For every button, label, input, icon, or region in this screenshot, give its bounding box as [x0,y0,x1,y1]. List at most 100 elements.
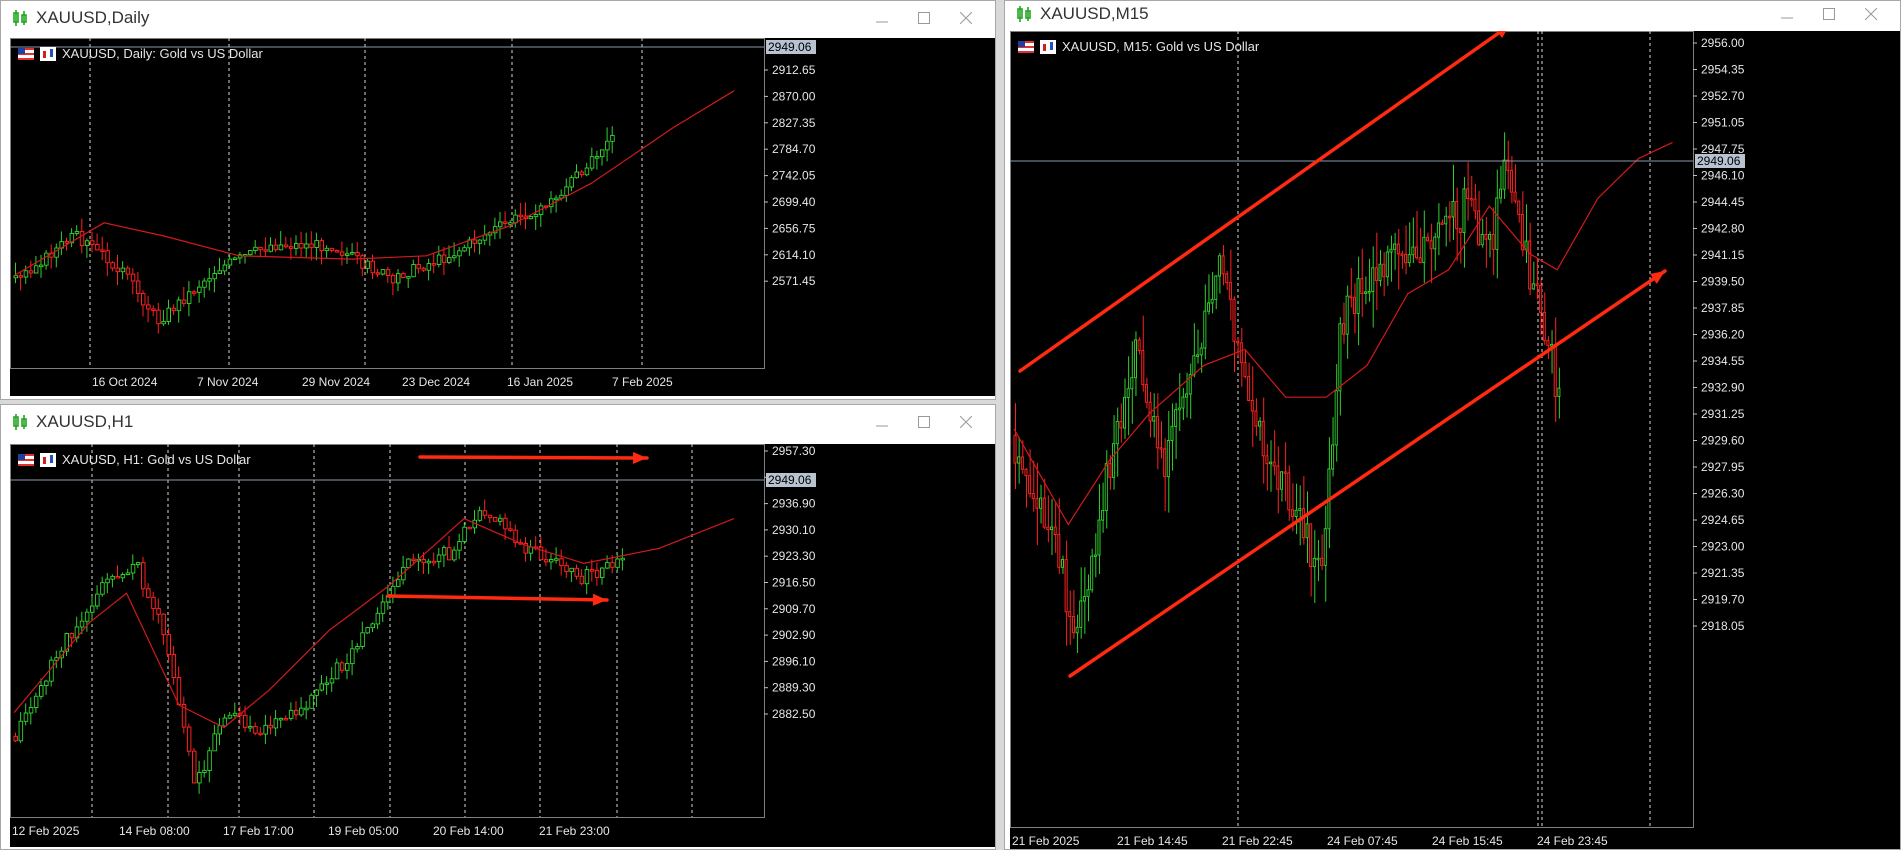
candle-body [161,613,166,636]
candle-body [319,240,324,252]
moving-average-line [13,517,735,729]
candle-body [421,267,426,271]
candle-fill [1113,444,1115,477]
candle-fill [325,248,329,251]
candle-body [492,517,498,522]
trend-arrow [1018,31,1505,373]
candle-body [1473,198,1477,212]
candle-body [334,250,340,253]
candle-body [1309,523,1313,568]
date-tick-label: 17 Feb 17:00 [223,824,294,838]
price-tick-label: 2932.90 [1701,381,1745,395]
date-tick-label: 29 Nov 2024 [302,375,370,389]
candle-fill [34,266,38,273]
minimize-button[interactable] [861,405,903,439]
candle-body [1057,534,1061,568]
minimize-button[interactable] [1766,1,1808,27]
candle-fill [75,232,79,233]
candle-body [258,246,263,251]
window-m15[interactable]: XAUUSD,M15 2956.00 2954.35 2952.70 2951.05 2… [1004,0,1901,850]
candle-fill [1551,344,1553,346]
candle-fill [407,559,410,567]
candlestick-chart[interactable]: 2912.65 2870.00 2827.35 2784.70 2742.05 2699.… [10,38,995,396]
candle-body [243,714,248,728]
candle-fill [14,276,17,278]
chart-type-icon [40,46,56,61]
candle-fill [218,271,221,274]
candle-fill [606,141,609,150]
candle-body [166,634,171,655]
maximize-icon [918,12,930,24]
candle-fill [1193,356,1195,375]
candle-fill [575,172,578,178]
titlebar-daily[interactable]: XAUUSD,Daily [1,1,995,35]
candle-body [1447,215,1451,219]
candlestick-chart[interactable]: 2956.002954.352952.702951.052947.752946.… [1010,31,1900,849]
candle-fill [1134,340,1136,378]
candle-body [1141,350,1145,386]
window-daily[interactable]: XAUUSD,Daily 2912.65 2870.00 2827.35 2784.7… [0,0,996,400]
maximize-button[interactable] [903,1,945,35]
maximize-button[interactable] [903,405,945,439]
price-tick-label: 2944.45 [1701,195,1745,209]
candle-fill [1051,527,1053,530]
close-button[interactable] [1850,1,1892,27]
close-icon [960,416,972,428]
candle-body [1042,497,1046,528]
candle-fill [468,240,471,248]
candle-body [574,567,579,577]
chart-area-m15[interactable]: 2956.00 2954.35 2952.70 2951.05 2947.75 2946.… [1010,31,1900,849]
candle-fill [80,621,84,627]
candle-fill [371,624,374,628]
titlebar-h1[interactable]: XAUUSD,H1 [1,405,995,439]
candle-fill [320,684,323,690]
candle-body [1287,472,1291,511]
candle-body [1542,312,1546,342]
candle-body [283,244,289,248]
candle-body [564,565,569,573]
date-tick-label: 21 Feb 14:45 [1117,834,1188,848]
candlestick-chart[interactable]: 2957.302943.702936.902930.102923.302916.… [10,444,995,847]
maximize-button[interactable] [1808,1,1850,27]
titlebar-m15[interactable]: XAUUSD,M15 [1005,1,1900,27]
candle-body [1020,456,1024,470]
chart-symbol-label: XAUUSD, M15: Gold vs US Dollar [1062,39,1260,54]
window-h1[interactable]: XAUUSD,H1 2957.302943.702936.902930.1029… [0,404,996,850]
candle-fill [1306,524,1308,538]
candle-fill [162,322,165,324]
chart-area-h1[interactable]: 2957.302943.702936.902930.102923.302916.… [10,444,995,847]
candle-fill [213,734,216,751]
candle-body [503,221,508,224]
candle-body [482,510,488,516]
candle-fill [1167,441,1169,477]
candle-fill [427,264,431,270]
candle-fill [509,223,512,224]
chart-area-daily[interactable]: 2912.65 2870.00 2827.35 2784.70 2742.05 2699.… [10,38,995,396]
candle-body [1290,509,1294,517]
close-button[interactable] [945,1,987,35]
candle-body [610,562,615,568]
candle-body [1046,526,1050,531]
minimize-button[interactable] [861,1,903,35]
candle-fill [1346,296,1348,334]
candle-fill [1018,457,1020,463]
candle-fill [264,725,267,734]
candle-fill [1105,464,1107,511]
price-tick-label: 2930.10 [772,523,816,537]
candle-fill [1040,498,1042,508]
date-tick-label: 7 Nov 2024 [197,375,259,389]
candle-body [1539,285,1543,314]
minimize-icon [876,425,888,427]
candle-fill [1390,249,1392,252]
candle-fill [24,713,28,721]
close-button[interactable] [945,405,987,439]
candle-fill [1496,198,1498,249]
candle-fill [1423,237,1425,263]
window-title: XAUUSD,Daily [36,8,150,27]
price-tick-label: 2923.30 [772,549,816,563]
candle-body [1119,420,1123,429]
price-tick-label: 2929.60 [1701,434,1745,448]
candle-body [309,243,314,248]
candle-body [176,677,182,705]
current-price-value: 2949.06 [768,473,812,487]
